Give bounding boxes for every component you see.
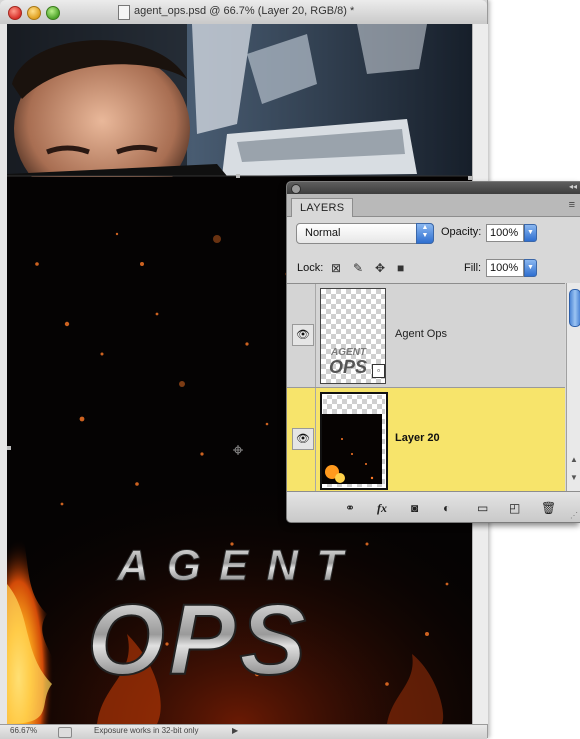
fill-label: Fill: — [464, 262, 482, 274]
document-icon — [118, 5, 130, 20]
opacity-input[interactable]: 100% — [486, 224, 524, 242]
eye-column-divider — [315, 284, 316, 387]
layer-list: 👁 AGENT OPS ▫ Agent Ops 👁 Layer 20 — [287, 283, 565, 492]
opacity-label: Opacity: — [441, 226, 482, 238]
document-statusbar: 66.67% Exposure works in 32-bit only ▶ — [0, 724, 487, 739]
panel-menu-icon[interactable]: ≡ — [569, 199, 575, 211]
tab-layers[interactable]: LAYERS — [291, 198, 354, 217]
zoom-level-field[interactable]: 66.67% — [10, 726, 37, 735]
panel-collapse-icon[interactable]: ◂◂ — [569, 182, 577, 191]
layers-panel: ◂◂ LAYERS ≡ Normal ▲ ▼ Opacity: 100% ▼ Lo… — [286, 181, 580, 523]
layer-thumbnail[interactable]: AGENT OPS ▫ — [320, 288, 386, 384]
visibility-eye-icon[interactable]: 👁 — [292, 324, 314, 346]
lock-position-icon[interactable]: ✥ — [375, 261, 385, 275]
fx-icon[interactable]: fx — [377, 500, 387, 516]
adjustment-layer-icon[interactable]: ◐ — [443, 500, 450, 516]
status-message: Exposure works in 32-bit only — [94, 726, 199, 735]
window-title: agent_ops.psd @ 66.7% (Layer 20, RGB/8) … — [134, 5, 355, 17]
fill-input[interactable]: 100% — [486, 259, 524, 277]
close-window-button[interactable] — [8, 6, 22, 20]
add-mask-icon[interactable]: ◙ — [411, 500, 418, 516]
visibility-eye-icon[interactable]: 👁 — [292, 428, 314, 450]
opacity-dropdown-icon[interactable]: ▼ — [524, 224, 537, 242]
blend-mode-select[interactable]: Normal ▲ ▼ — [296, 223, 434, 244]
lock-transparent-pixels-icon[interactable]: ⊠ — [331, 261, 341, 275]
layer-20-thumb-art — [322, 414, 382, 484]
lock-all-icon[interactable]: ■ — [397, 261, 404, 275]
blend-mode-value: Normal — [305, 227, 341, 239]
layer-name[interactable]: Layer 20 — [395, 432, 440, 444]
layer-row-agent-ops[interactable]: 👁 AGENT OPS ▫ Agent Ops — [287, 284, 565, 388]
canvas-title-agent: AGENT — [116, 541, 361, 590]
eye-column-divider — [315, 388, 316, 491]
bounding-handle-top[interactable] — [236, 174, 240, 178]
canvas-title-ops: OPS — [87, 584, 310, 696]
scroll-up-arrow-icon[interactable]: ▲ — [570, 455, 578, 464]
link-layers-icon[interactable]: ⚭ — [345, 500, 355, 516]
scroll-down-arrow-icon[interactable]: ▼ — [570, 473, 578, 482]
layer-row-layer-20[interactable]: 👁 Layer 20 — [287, 388, 565, 492]
select-stepper-icon: ▲ ▼ — [416, 223, 434, 244]
document-info-icon[interactable] — [58, 727, 72, 738]
zoom-window-button[interactable] — [46, 6, 60, 20]
resize-grip-icon[interactable]: ⋰ — [570, 511, 578, 520]
trash-icon[interactable]: 🗑 — [541, 500, 556, 516]
layers-scrollbar[interactable]: ▲ ▼ — [566, 283, 580, 491]
panel-titlebar[interactable]: ◂◂ — [287, 182, 580, 194]
new-layer-icon[interactable]: ◰ — [509, 500, 520, 516]
layers-footer-toolbar: ⚭ fx ◙ ◐ ▭ ◰ 🗑 ⋰ — [287, 491, 580, 522]
lock-image-pixels-icon[interactable]: ✎ — [353, 261, 363, 275]
lock-label: Lock: — [297, 262, 324, 274]
smart-object-icon: ▫ — [372, 364, 385, 378]
layer-name[interactable]: Agent Ops — [395, 328, 447, 340]
bounding-handle-left[interactable] — [7, 446, 11, 450]
window-titlebar[interactable]: agent_ops.psd @ 66.7% (Layer 20, RGB/8) … — [0, 0, 487, 25]
new-group-folder-icon[interactable]: ▭ — [477, 500, 488, 516]
layer-thumbnail-selected[interactable] — [320, 392, 388, 490]
minimize-window-button[interactable] — [27, 6, 41, 20]
status-menu-arrow-icon[interactable]: ▶ — [232, 726, 238, 735]
scrollbar-thumb[interactable] — [569, 289, 580, 327]
panel-tab-strip: LAYERS ≡ — [287, 194, 580, 217]
fill-dropdown-icon[interactable]: ▼ — [524, 259, 537, 277]
panel-close-button[interactable] — [291, 184, 301, 194]
svg-text:OPS: OPS — [329, 357, 367, 377]
